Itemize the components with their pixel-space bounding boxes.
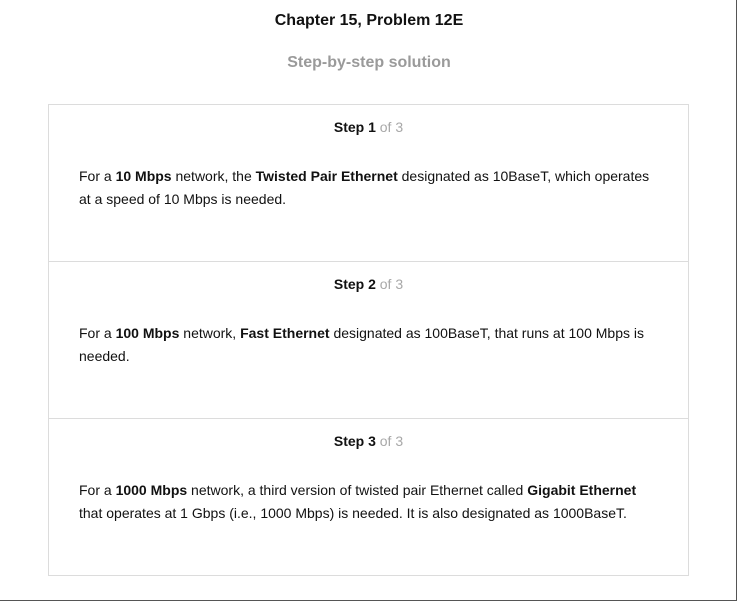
step-count: of 3 <box>379 119 404 135</box>
step-label: Step 3 <box>333 433 376 449</box>
step-label: Step 1 <box>333 119 376 135</box>
step-count: of 3 <box>379 433 404 449</box>
step-text-bold: Gigabit Ethernet <box>527 482 637 498</box>
step-text-segment: that operates at 1 Gbps (i.e., 1000 Mbps… <box>79 505 627 521</box>
step-text-segment: For a <box>79 482 116 498</box>
step-text-bold: 100 Mbps <box>115 325 180 341</box>
step-text-segment: network, the <box>171 168 256 184</box>
step-card: Step 3 of 3 For a 1000 Mbps network, a t… <box>49 419 688 575</box>
step-text-bold: 10 Mbps <box>115 168 172 184</box>
step-text-segment: For a <box>79 168 116 184</box>
step-header: Step 3 of 3 <box>49 433 688 449</box>
page-title: Chapter 15, Problem 12E <box>274 12 464 29</box>
step-text: For a 10 Mbps network, the Twisted Pair … <box>79 165 659 211</box>
step-header: Step 1 of 3 <box>49 119 688 135</box>
step-text-bold: Twisted Pair Ethernet <box>255 168 398 184</box>
step-card: Step 2 of 3 For a 100 Mbps network, Fast… <box>49 262 688 419</box>
step-card: Step 1 of 3 For a 10 Mbps network, the T… <box>49 105 688 262</box>
step-text-segment: network, a third version of twisted pair… <box>187 482 528 498</box>
steps-container: Step 1 of 3 For a 10 Mbps network, the T… <box>48 104 689 576</box>
step-text: For a 100 Mbps network, Fast Ethernet de… <box>79 322 659 368</box>
step-text: For a 1000 Mbps network, a third version… <box>79 479 659 525</box>
step-label: Step 2 <box>333 276 376 292</box>
step-text-bold: Fast Ethernet <box>240 325 330 341</box>
step-count: of 3 <box>379 276 404 292</box>
step-text-segment: For a <box>79 325 116 341</box>
step-text-bold: 1000 Mbps <box>115 482 188 498</box>
step-header: Step 2 of 3 <box>49 276 688 292</box>
step-text-segment: network, <box>179 325 241 341</box>
solution-subtitle: Step-by-step solution <box>287 54 451 71</box>
